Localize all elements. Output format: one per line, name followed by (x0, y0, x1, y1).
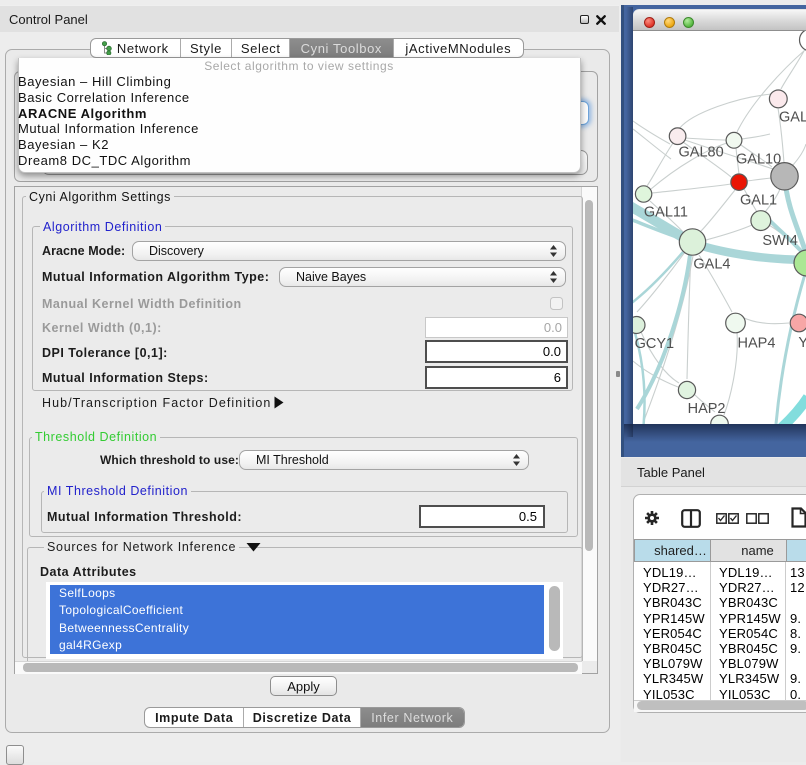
svg-text:GAL10: GAL10 (736, 151, 781, 167)
svg-text:GAL4: GAL4 (693, 257, 730, 273)
svg-text:YL: YL (798, 335, 806, 351)
svg-text:GAL2: GAL2 (779, 110, 806, 126)
svg-text:GAL11: GAL11 (644, 205, 688, 221)
svg-text:HAP4: HAP4 (738, 335, 776, 351)
svg-text:HAP2: HAP2 (688, 401, 726, 417)
svg-text:GAL1: GAL1 (740, 193, 777, 209)
svg-text:GCY1: GCY1 (635, 336, 675, 352)
svg-text:SWI4: SWI4 (762, 233, 797, 249)
svg-text:GAL80: GAL80 (679, 145, 724, 161)
